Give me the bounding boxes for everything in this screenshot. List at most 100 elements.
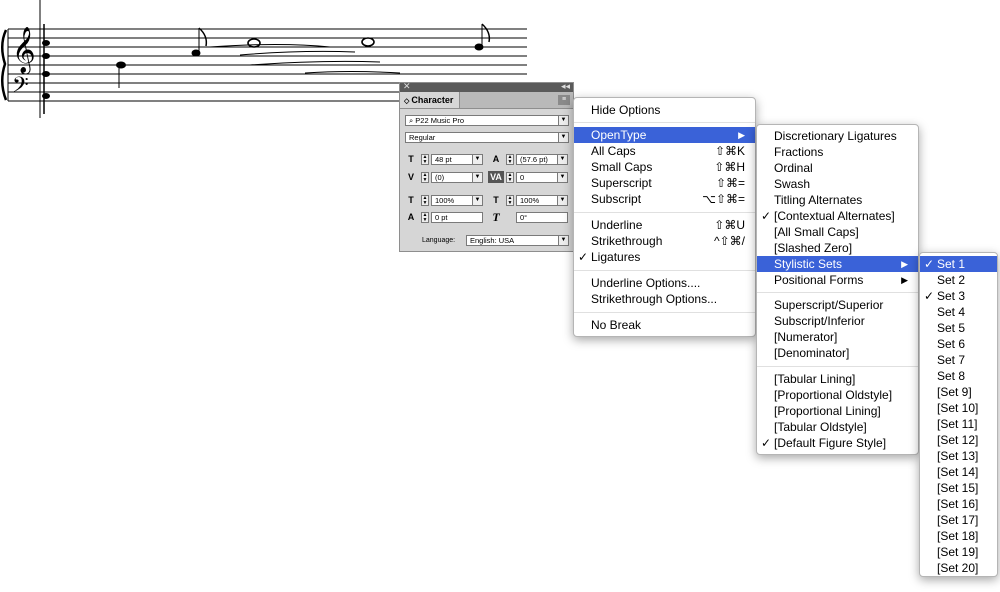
menu-item-label: [Proportional Lining] (774, 404, 881, 418)
chevron-down-icon[interactable]: ▼ (558, 236, 568, 245)
menu-item-set-4[interactable]: Set 4 (920, 304, 997, 320)
menu-item-set-15[interactable]: [Set 15] (920, 480, 997, 496)
menu-item-stylistic-sets[interactable]: Stylistic Sets ▶ (757, 256, 918, 272)
menu-item-set-9[interactable]: [Set 9] (920, 384, 997, 400)
font-family-value: P22 Music Pro (415, 116, 465, 125)
menu-item-label: [Set 15] (937, 481, 979, 495)
menu-item-label: Set 2 (937, 273, 966, 287)
menu-item-set-6[interactable]: Set 6 (920, 336, 997, 352)
menu-item-default-figure-style[interactable]: ✓ [Default Figure Style] (757, 435, 918, 451)
collapse-icon[interactable]: ◂◂ (561, 81, 570, 92)
chevron-down-icon[interactable]: ▼ (557, 173, 567, 182)
menu-item-no-break[interactable]: No Break (574, 317, 755, 333)
menu-item-strikethrough-options[interactable]: Strikethrough Options... (574, 291, 755, 307)
chevron-down-icon[interactable]: ▼ (472, 173, 482, 182)
menu-item-set-10[interactable]: [Set 10] (920, 400, 997, 416)
menu-item-all-caps[interactable]: All Caps ⇧⌘K (574, 143, 755, 159)
leading-field[interactable]: (57.6 pt) ▼ (516, 154, 568, 165)
menu-item-opentype[interactable]: OpenType ▶ (574, 127, 755, 143)
menu-item-label: Set 4 (937, 305, 966, 319)
chevron-down-icon[interactable]: ▼ (558, 116, 568, 125)
menu-item-set-3[interactable]: ✓ Set 3 (920, 288, 997, 304)
menu-item-label: Discretionary Ligatures (774, 129, 897, 143)
menu-item-contextual-alternates[interactable]: ✓ [Contextual Alternates] (757, 208, 918, 224)
skew-field[interactable]: 0° (516, 212, 568, 223)
menu-item-label: Stylistic Sets (774, 257, 843, 271)
menu-item-superscript-superior[interactable]: Superscript/Superior (757, 297, 918, 313)
menu-item-proportional-oldstyle[interactable]: [Proportional Oldstyle] (757, 387, 918, 403)
tracking-field[interactable]: 0 ▼ (516, 172, 568, 183)
tracking-stepper[interactable]: ▲ ▼ (506, 172, 514, 183)
font-size-field[interactable]: 48 pt ▼ (431, 154, 483, 165)
menu-item-set-1[interactable]: ✓ Set 1 (920, 256, 997, 272)
menu-item-fractions[interactable]: Fractions (757, 144, 918, 160)
horizontal-scale-stepper[interactable]: ▲ ▼ (506, 195, 514, 206)
menu-item-label: [Default Figure Style] (774, 436, 887, 450)
chevron-down-icon[interactable]: ▼ (472, 155, 482, 164)
menu-item-set-7[interactable]: Set 7 (920, 352, 997, 368)
menu-item-set-14[interactable]: [Set 14] (920, 464, 997, 480)
menu-separator (574, 212, 755, 213)
menu-item-swash[interactable]: Swash (757, 176, 918, 192)
menu-item-set-19[interactable]: [Set 19] (920, 544, 997, 560)
font-size-stepper[interactable]: ▲ ▼ (421, 154, 429, 165)
skew-value: 0° (520, 213, 528, 222)
menu-item-set-13[interactable]: [Set 13] (920, 448, 997, 464)
font-family-field[interactable]: ⌕ P22 Music Pro ▼ (405, 115, 569, 126)
menu-item-label: Swash (774, 177, 811, 191)
menu-item-set-16[interactable]: [Set 16] (920, 496, 997, 512)
kerning-stepper[interactable]: ▲ ▼ (421, 172, 429, 183)
menu-item-positional-forms[interactable]: Positional Forms ▶ (757, 272, 918, 288)
menu-item-denominator[interactable]: [Denominator] (757, 345, 918, 361)
close-icon[interactable]: ✕ (403, 81, 411, 92)
chevron-down-icon[interactable]: ▼ (472, 196, 482, 205)
menu-item-underline-options[interactable]: Underline Options.... (574, 275, 755, 291)
stylistic-sets-submenu: ✓ Set 1 Set 2 ✓ Set 3 Set 4 Set 5 Set 6 Se… (919, 252, 998, 577)
baseline-shift-stepper[interactable]: ▲ ▼ (421, 212, 429, 223)
menu-item-numerator[interactable]: [Numerator] (757, 329, 918, 345)
menu-item-small-caps[interactable]: Small Caps ⇧⌘H (574, 159, 755, 175)
menu-item-label: Hide Options (591, 103, 661, 117)
menu-item-tabular-lining[interactable]: [Tabular Lining] (757, 371, 918, 387)
menu-item-ordinal[interactable]: Ordinal (757, 160, 918, 176)
menu-item-set-5[interactable]: Set 5 (920, 320, 997, 336)
menu-item-slashed-zero[interactable]: [Slashed Zero] (757, 240, 918, 256)
chevron-down-icon[interactable]: ▼ (558, 133, 568, 142)
vertical-scale-field[interactable]: 100% ▼ (431, 195, 483, 206)
baseline-shift-field[interactable]: 0 pt (431, 212, 483, 223)
shortcut-label: ⌥⇧⌘= (702, 192, 745, 206)
chevron-down-icon[interactable]: ▼ (557, 196, 567, 205)
menu-item-set-12[interactable]: [Set 12] (920, 432, 997, 448)
kerning-field[interactable]: (0) ▼ (431, 172, 483, 183)
chevron-down-icon[interactable]: ▼ (557, 155, 567, 164)
menu-item-underline[interactable]: Underline ⇧⌘U (574, 217, 755, 233)
menu-item-set-18[interactable]: [Set 18] (920, 528, 997, 544)
menu-item-set-20[interactable]: [Set 20] (920, 560, 997, 576)
menu-item-subscript[interactable]: Subscript ⌥⇧⌘= (574, 191, 755, 207)
shortcut-label: ^⇧⌘/ (713, 234, 745, 248)
menu-item-ligatures[interactable]: ✓ Ligatures (574, 249, 755, 265)
menu-item-set-11[interactable]: [Set 11] (920, 416, 997, 432)
horizontal-scale-field[interactable]: 100% ▼ (516, 195, 568, 206)
menu-item-set-17[interactable]: [Set 17] (920, 512, 997, 528)
vertical-scale-stepper[interactable]: ▲ ▼ (421, 195, 429, 206)
menu-item-all-small-caps[interactable]: [All Small Caps] (757, 224, 918, 240)
language-field[interactable]: English: USA ▼ (466, 235, 569, 246)
tab-character[interactable]: ◇ Character (400, 92, 461, 108)
menu-item-proportional-lining[interactable]: [Proportional Lining] (757, 403, 918, 419)
menu-item-label: Superscript/Superior (774, 298, 884, 312)
menu-item-label: Underline (591, 218, 643, 232)
menu-item-label: [Set 13] (937, 449, 979, 463)
menu-item-superscript[interactable]: Superscript ⇧⌘= (574, 175, 755, 191)
menu-item-hide-options[interactable]: Hide Options (574, 102, 755, 118)
menu-item-tabular-oldstyle[interactable]: [Tabular Oldstyle] (757, 419, 918, 435)
menu-item-strikethrough[interactable]: Strikethrough ^⇧⌘/ (574, 233, 755, 249)
menu-item-set-8[interactable]: Set 8 (920, 368, 997, 384)
panel-menu-icon[interactable]: ≡ (558, 95, 570, 105)
menu-item-titling-alternates[interactable]: Titling Alternates (757, 192, 918, 208)
leading-stepper[interactable]: ▲ ▼ (506, 154, 514, 165)
menu-item-set-2[interactable]: Set 2 (920, 272, 997, 288)
menu-item-discretionary-ligatures[interactable]: Discretionary Ligatures (757, 128, 918, 144)
menu-item-subscript-inferior[interactable]: Subscript/Inferior (757, 313, 918, 329)
font-style-field[interactable]: Regular ▼ (405, 132, 569, 143)
